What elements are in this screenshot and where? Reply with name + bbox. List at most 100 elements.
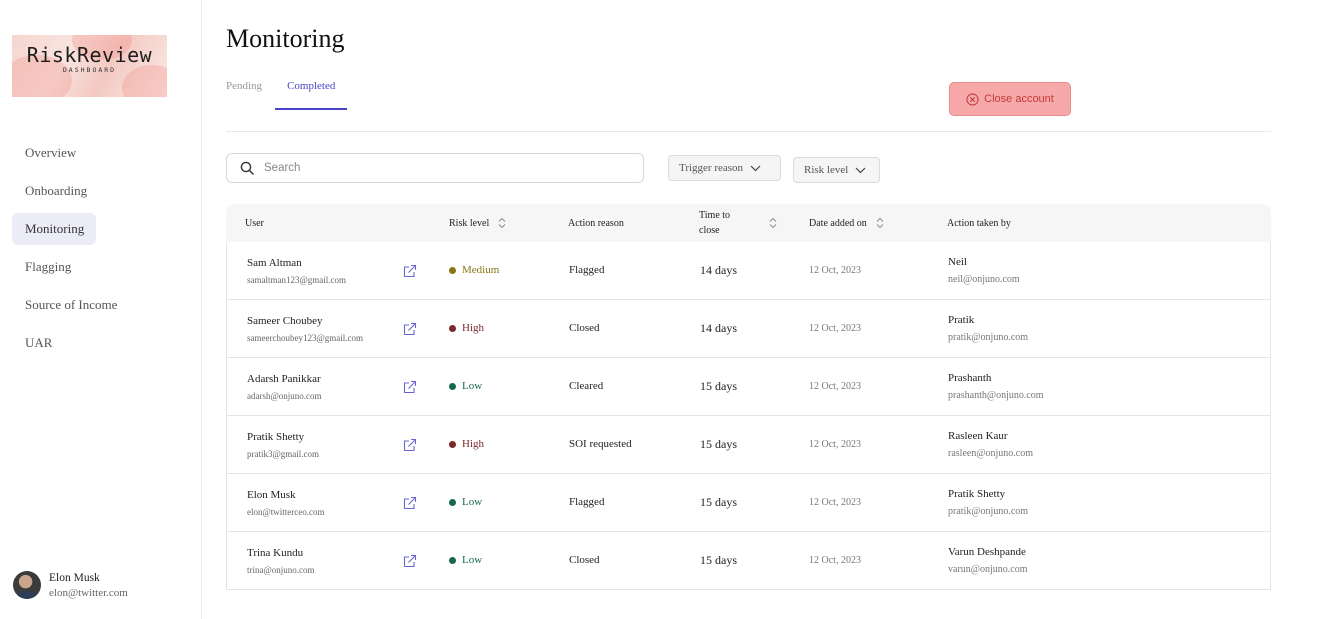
time-to-close: 15 days xyxy=(700,379,737,393)
table-row[interactable]: Sam Altman samaltman123@gmail.com Medium… xyxy=(227,242,1270,300)
table-body: Sam Altman samaltman123@gmail.com Medium… xyxy=(226,242,1271,590)
trigger-reason-label: Trigger reason xyxy=(679,162,744,174)
risk-level-filter[interactable]: Risk level xyxy=(793,157,880,183)
sidebar-item-monitoring[interactable]: Monitoring xyxy=(12,213,96,245)
table-row[interactable]: Trina Kundu trina@onjuno.com Low Closed … xyxy=(227,532,1270,589)
avatar xyxy=(13,571,41,599)
user-email: sameerchoubey123@gmail.com xyxy=(247,333,364,343)
external-link-icon[interactable] xyxy=(403,554,417,568)
sidebar-item-overview[interactable]: Overview xyxy=(12,137,192,169)
external-link-icon[interactable] xyxy=(403,264,417,278)
search-box[interactable] xyxy=(226,153,644,183)
action-by-email: varun@onjuno.com xyxy=(948,564,1028,575)
brand-subtitle: DASHBOARD xyxy=(62,66,117,74)
action-by-email: neil@onjuno.com xyxy=(948,274,1020,285)
user-name: Pratik Shetty xyxy=(247,431,305,443)
header-time-line2: close xyxy=(699,225,720,236)
search-input[interactable] xyxy=(264,162,624,174)
risk-dot xyxy=(449,556,456,564)
table-row[interactable]: Sameer Choubey sameerchoubey123@gmail.co… xyxy=(227,300,1270,358)
header-risk-level[interactable]: Risk level xyxy=(449,204,507,242)
brand-title: RiskReview xyxy=(26,43,153,67)
user-name: Adarsh Panikkar xyxy=(247,373,321,385)
brand-logo[interactable]: RiskReview DASHBOARD xyxy=(12,35,167,97)
trigger-reason-filter[interactable]: Trigger reason xyxy=(668,155,781,181)
user-email: elon@twitterceo.com xyxy=(247,507,325,517)
date-added: 12 Oct, 2023 xyxy=(809,555,861,566)
risk-badge: High xyxy=(449,322,484,334)
user-email: pratik3@gmail.com xyxy=(247,449,320,459)
table-row[interactable]: Pratik Shetty pratik3@gmail.com High SOI… xyxy=(227,416,1270,474)
time-to-close: 14 days xyxy=(700,321,737,335)
header-time-line1: Time to xyxy=(699,210,731,221)
action-reason: Flagged xyxy=(569,496,605,508)
date-added: 12 Oct, 2023 xyxy=(809,323,861,334)
header-time-to-close[interactable]: Time to close xyxy=(699,204,778,242)
external-link-icon[interactable] xyxy=(403,380,417,394)
search-icon xyxy=(240,161,254,175)
tab-completed[interactable]: Completed xyxy=(275,70,348,110)
risk-label: Low xyxy=(462,496,483,508)
close-account-label: Close account xyxy=(984,93,1054,105)
action-reason: Closed xyxy=(569,322,600,334)
risk-dot xyxy=(449,498,456,506)
profile-email: elon@twitter.com xyxy=(49,586,128,599)
close-account-button[interactable]: Close account xyxy=(949,82,1071,116)
action-by-name: Varun Deshpande xyxy=(948,546,1026,558)
risk-badge: Low xyxy=(449,496,482,508)
risk-dot xyxy=(449,440,456,448)
tab-pending[interactable]: Pending xyxy=(226,70,262,110)
action-by-name: Neil xyxy=(948,256,967,268)
action-reason: Cleared xyxy=(569,380,604,392)
risk-level-label: Risk level xyxy=(804,164,849,176)
sort-icon[interactable] xyxy=(875,217,885,229)
table-header: User Risk level Action reason Time to cl… xyxy=(226,204,1271,242)
action-by-name: Pratik Shetty xyxy=(948,488,1006,500)
risk-dot xyxy=(449,382,456,390)
external-link-icon[interactable] xyxy=(403,496,417,510)
risk-label: Medium xyxy=(462,264,500,276)
user-name: Trina Kundu xyxy=(247,547,304,559)
risk-label: High xyxy=(462,322,484,334)
risk-badge: Low xyxy=(449,554,482,566)
action-by-name: Rasleen Kaur xyxy=(948,430,1008,442)
sidebar-nav: Overview Onboarding Monitoring Flagging … xyxy=(12,137,192,365)
header-action-reason: Action reason xyxy=(568,217,624,229)
user-profile[interactable]: Elon Musk elon@twitter.com xyxy=(13,571,128,599)
time-to-close: 15 days xyxy=(700,495,737,509)
action-by-email: pratik@onjuno.com xyxy=(948,332,1029,343)
date-added: 12 Oct, 2023 xyxy=(809,439,861,450)
chevron-down-icon xyxy=(750,165,761,171)
sort-icon[interactable] xyxy=(768,217,778,229)
risk-badge: High xyxy=(449,438,484,450)
sidebar-item-flagging[interactable]: Flagging xyxy=(12,251,192,283)
header-user: User xyxy=(245,217,264,229)
date-added: 12 Oct, 2023 xyxy=(809,497,861,508)
sidebar-item-source-of-income[interactable]: Source of Income xyxy=(12,289,192,321)
risk-badge: Medium xyxy=(449,264,499,276)
user-email: trina@onjuno.com xyxy=(247,565,315,575)
user-name: Elon Musk xyxy=(247,489,296,501)
profile-name: Elon Musk xyxy=(49,571,100,584)
risk-label: High xyxy=(462,438,484,450)
sidebar-item-uar[interactable]: UAR xyxy=(12,327,192,359)
time-to-close: 15 days xyxy=(700,553,737,567)
page-title: Monitoring xyxy=(226,24,345,53)
header-date-added-label: Date added on xyxy=(809,217,867,229)
tabs: Pending Completed xyxy=(226,70,348,110)
sidebar: RiskReview DASHBOARD Overview Onboarding… xyxy=(0,0,202,619)
header-action-taken-by: Action taken by xyxy=(947,217,1011,229)
time-to-close: 15 days xyxy=(700,437,737,451)
sidebar-item-onboarding[interactable]: Onboarding xyxy=(12,175,192,207)
external-link-icon[interactable] xyxy=(403,322,417,336)
risk-label: Low xyxy=(462,380,483,392)
close-circle-icon xyxy=(966,92,979,106)
external-link-icon[interactable] xyxy=(403,438,417,452)
sort-icon[interactable] xyxy=(497,217,507,229)
table-row[interactable]: Elon Musk elon@twitterceo.com Low Flagge… xyxy=(227,474,1270,532)
risk-dot xyxy=(449,266,456,274)
table-row[interactable]: Adarsh Panikkar adarsh@onjuno.com Low Cl… xyxy=(227,358,1270,416)
action-by-name: Pratik xyxy=(948,314,975,326)
header-date-added[interactable]: Date added on xyxy=(809,204,885,242)
user-name: Sam Altman xyxy=(247,257,302,269)
